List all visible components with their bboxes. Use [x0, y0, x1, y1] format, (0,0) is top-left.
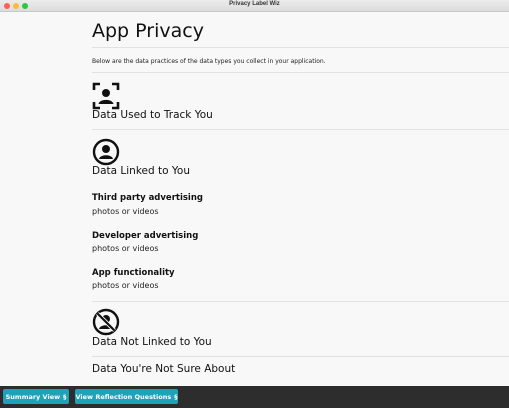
divider — [92, 129, 509, 130]
section-title-tracking: Data Used to Track You — [92, 109, 213, 121]
window-title: Privacy Label Wiz — [229, 1, 280, 7]
summary-view-label: Summary View — [5, 392, 61, 401]
data-type-value: photos or videos — [92, 281, 159, 290]
section-title-not-linked: Data Not Linked to You — [92, 336, 212, 348]
summary-view-button[interactable]: Summary View § — [3, 389, 69, 404]
section-title-not-sure: Data You're Not Sure About — [92, 363, 236, 375]
intro-text: Below are the data practices of the data… — [92, 58, 326, 65]
divider — [92, 47, 509, 48]
main-content: App Privacy Below are the data practices… — [0, 12, 509, 386]
data-type-label: App functionality — [92, 268, 175, 278]
tracking-person-icon — [92, 82, 120, 110]
data-type-label: Third party advertising — [92, 193, 203, 203]
divider — [92, 72, 509, 73]
divider — [92, 301, 509, 302]
divider — [92, 356, 509, 357]
section-title-linked: Data Linked to You — [92, 165, 190, 177]
title-bar: Privacy Label Wiz — [0, 0, 509, 12]
data-type-label: Developer advertising — [92, 231, 199, 241]
data-type-value: photos or videos — [92, 207, 159, 216]
user-slash-icon — [92, 308, 120, 336]
view-reflection-questions-label: View Reflection Questions — [75, 392, 172, 401]
page-title: App Privacy — [92, 20, 204, 42]
view-reflection-questions-button[interactable]: View Reflection Questions § — [75, 389, 178, 404]
data-type-value: photos or videos — [92, 244, 159, 253]
section-sign-icon: § — [63, 392, 67, 401]
section-sign-icon: § — [174, 392, 178, 401]
bottom-toolbar: Summary View § View Reflection Questions… — [0, 386, 509, 408]
user-circle-icon — [92, 138, 120, 166]
